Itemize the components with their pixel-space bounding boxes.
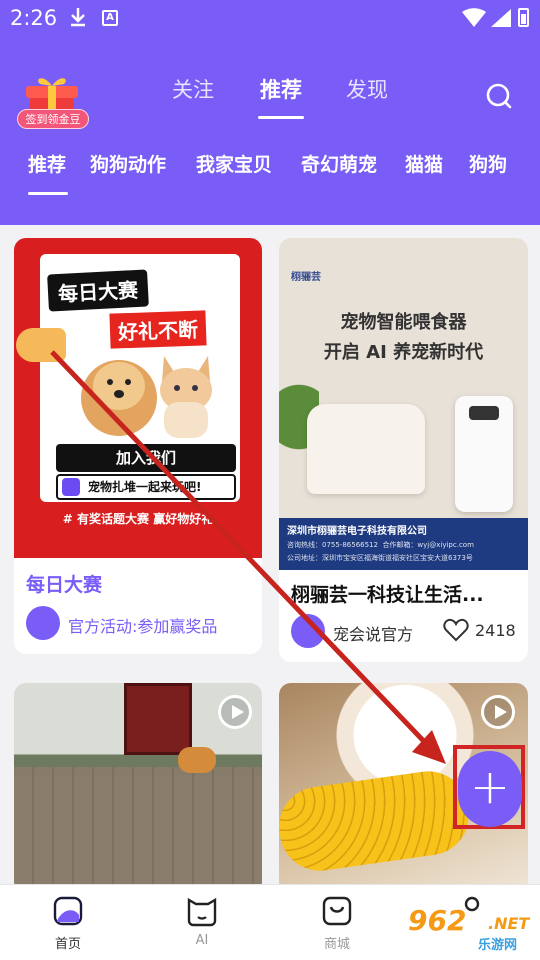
active-category-indicator (28, 192, 68, 195)
signal-icon (491, 9, 511, 27)
shop-bag-icon (322, 896, 352, 926)
home-icon (53, 896, 83, 926)
app-logo-icon (62, 478, 80, 496)
category-tab-dogs[interactable]: 狗狗 (469, 150, 507, 177)
kitten-illustration (160, 356, 212, 438)
watermark-domain: .NET (488, 914, 530, 933)
watermark-text: 乐游网 (478, 938, 518, 953)
feed-card-video-dog-courtyard[interactable] (14, 683, 262, 893)
feeder-illustration (455, 396, 513, 512)
avatar[interactable] (26, 606, 60, 640)
category-tab-my-baby[interactable]: 我家宝贝 (196, 150, 272, 177)
nav-label-home: 首页 (54, 937, 81, 952)
card-title: 每日大赛 (26, 574, 103, 596)
poster-app-line: 宠物扎堆一起来玩吧! (88, 480, 202, 494)
poster-title: 每日大赛 (47, 269, 149, 312)
dog-illustration (178, 747, 216, 773)
active-tab-indicator (258, 116, 304, 119)
hotline: 咨询热线：0755-86566512 (287, 541, 378, 549)
site-watermark: 962 .NET 乐游网 (402, 904, 536, 954)
app-header: 2:26 A 签到领金豆 关注 推荐 发现 推荐 狗狗动作 我家宝贝 奇幻萌宠 … (0, 0, 540, 225)
wifi-icon (462, 8, 486, 27)
status-bar: 2:26 A (0, 0, 540, 38)
tab-follow[interactable]: 关注 (172, 74, 214, 104)
watermark-number: 962 (408, 904, 467, 937)
nav-item-shop[interactable]: 商城 (297, 895, 377, 952)
feed-card-smart-feeder[interactable]: 栩骊芸 宠物智能喂食器 开启 AI 养宠新时代 深圳市栩骊芸电子科技有限公司 咨… (279, 238, 528, 662)
category-tab-dog-actions[interactable]: 狗狗动作 (90, 150, 166, 177)
brick-path (14, 767, 262, 893)
tab-recommend[interactable]: 推荐 (260, 74, 302, 104)
poster-join-banner: 加入我们 (56, 444, 236, 472)
category-tab-cats[interactable]: 猫猫 (405, 150, 443, 177)
avatar[interactable] (291, 614, 325, 648)
company-info-band: 深圳市栩骊芸电子科技有限公司 咨询热线：0755-86566512 合作邮箱：w… (279, 518, 528, 570)
company-name: 深圳市栩骊芸电子科技有限公司 (287, 526, 427, 537)
email: 合作邮箱：wyj@xiyipc.com (382, 541, 474, 549)
address: 公司地址：深圳市宝安区福海街道福安社区宝安大道6373号 (287, 554, 473, 562)
battery-icon (518, 8, 529, 27)
feeder-ad-poster: 栩骊芸 宠物智能喂食器 开启 AI 养宠新时代 深圳市栩骊芸电子科技有限公司 咨… (279, 238, 528, 570)
contest-poster: 每日大赛 好礼不断 加入我们 宠物扎堆一起来玩吧! # 有奖话题大赛 赢好物好礼 (14, 238, 262, 558)
category-tab-fantasy-pets[interactable]: 奇幻萌宠 (301, 150, 377, 177)
author-name[interactable]: 宠会说官方 (333, 621, 413, 645)
nav-label-ai: AI (195, 933, 209, 948)
category-tab-recommend[interactable]: 推荐 (28, 150, 66, 177)
like-count: 2418 (475, 621, 516, 640)
heart-icon[interactable] (443, 618, 469, 642)
tab-discover[interactable]: 发现 (346, 74, 388, 104)
status-time: 2:26 (10, 6, 58, 30)
nav-item-home[interactable]: 首页 (28, 895, 108, 952)
play-icon (481, 695, 515, 729)
ad-headline: 宠物智能喂食器 (340, 312, 467, 333)
poster-footer: # 有奖话题大赛 赢好物好礼 (62, 512, 214, 526)
sofa-illustration (307, 404, 425, 494)
pointing-hand-icon (16, 328, 66, 362)
accessibility-icon: A (102, 10, 118, 26)
search-icon[interactable] (485, 82, 513, 110)
nav-item-ai[interactable]: AI (162, 895, 242, 948)
card-title: 栩骊芸一科技让生活... (291, 584, 484, 606)
top-tabs: 关注 推荐 发现 (0, 70, 540, 120)
download-icon (71, 8, 85, 27)
nav-label-shop: 商城 (323, 937, 350, 952)
category-tabs: 推荐 狗狗动作 我家宝贝 奇幻萌宠 猫猫 狗狗 (0, 146, 540, 186)
play-icon (218, 695, 252, 729)
corn-illustration (279, 766, 474, 876)
ad-subheadline: 开启 AI 养宠新时代 (323, 342, 484, 363)
activity-tag[interactable]: 官方活动:参加赢奖品 (68, 613, 217, 637)
add-post-button[interactable]: + (458, 751, 522, 827)
brand-logo: 栩骊芸 (291, 272, 321, 283)
ai-cat-icon (187, 897, 217, 927)
door-illustration (124, 683, 192, 755)
feed-card-daily-contest[interactable]: 每日大赛 好礼不断 加入我们 宠物扎堆一起来玩吧! # 有奖话题大赛 赢好物好礼… (14, 238, 262, 654)
